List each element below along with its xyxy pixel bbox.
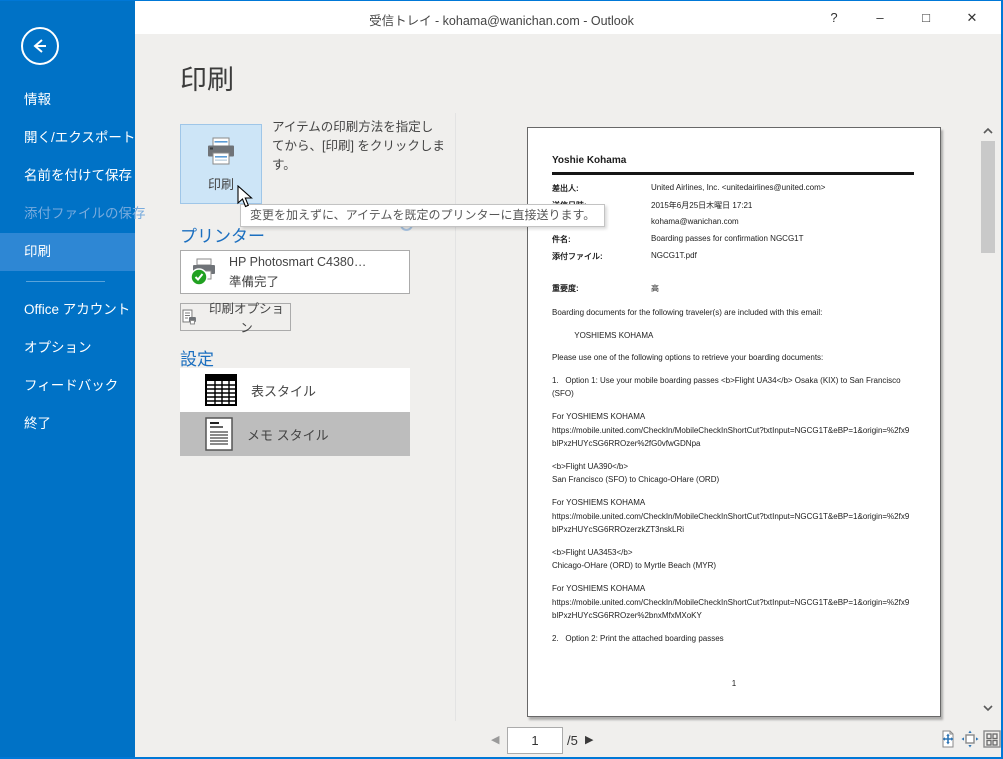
mail-body-line: For YOSHIEMS KOHAMA bbox=[552, 497, 646, 507]
scroll-down-icon[interactable] bbox=[983, 704, 993, 712]
mail-body-line: Boarding documents for the following tra… bbox=[552, 308, 823, 317]
print-tooltip: 変更を加えずに、アイテムを既定のプリンターに直接送ります。 bbox=[240, 204, 606, 227]
mail-body-line: San Francisco (SFO) to Chicago-OHare (OR… bbox=[552, 475, 720, 485]
help-button[interactable]: ? bbox=[811, 1, 857, 34]
maximize-button[interactable]: □ bbox=[903, 1, 949, 34]
printer-icon bbox=[208, 137, 234, 164]
printer-dropdown[interactable]: HP Photosmart C4380… 準備完了 ▼ bbox=[180, 250, 583, 294]
mail-body-line bbox=[552, 342, 920, 351]
mail-body-line bbox=[552, 320, 920, 329]
sidebar-item[interactable]: 印刷 bbox=[0, 233, 135, 271]
print-description: アイテムの印刷方法を指定し てから、[印刷] をクリックしま す。 bbox=[272, 120, 445, 172]
sidebar-item[interactable]: フィードバック bbox=[0, 367, 135, 405]
mail-body-line bbox=[552, 365, 920, 374]
print-options-label: 印刷オプション bbox=[208, 302, 284, 335]
print-options-icon bbox=[182, 309, 196, 325]
memo-style-option[interactable]: メモ スタイル bbox=[180, 412, 410, 456]
mail-body-line: For YOSHIEMS KOHAMA bbox=[552, 411, 646, 421]
settings-section-heading: 設定 bbox=[180, 350, 214, 369]
previous-page-button[interactable]: ◀ bbox=[491, 733, 499, 746]
mail-body-line: https://mobile.united.com/CheckIn/Mobile… bbox=[552, 425, 910, 435]
mail-body-line: (SFO) bbox=[552, 389, 574, 399]
importance-value: 高 bbox=[651, 284, 659, 293]
actual-size-button[interactable] bbox=[938, 729, 958, 749]
scrollbar-thumb[interactable] bbox=[981, 141, 995, 253]
print-options-button[interactable]: 印刷オプション bbox=[180, 302, 291, 335]
print-button-label: 印刷 bbox=[207, 176, 234, 192]
preview-importance: 重要度: 高 bbox=[552, 183, 922, 300]
window-controls: ? – □ ✕ bbox=[811, 1, 995, 34]
mail-body-line: blPxzHUYcSG6RROzer%2fG0vfwGDNpa bbox=[552, 439, 701, 449]
mail-body-line: YOSHIEMS KOHAMA bbox=[552, 330, 654, 340]
sidebar-item[interactable]: 名前を付けて保存 bbox=[0, 157, 135, 195]
mail-body-line: <b>Flight UA3453</b> bbox=[552, 547, 633, 557]
mail-body-line bbox=[552, 451, 920, 460]
mail-body-line bbox=[552, 401, 920, 410]
next-page-button[interactable]: ▶ bbox=[585, 733, 593, 746]
table-style-option[interactable]: 表スタイル bbox=[180, 368, 410, 412]
memo-style-icon bbox=[205, 417, 233, 451]
multiple-pages-button[interactable] bbox=[982, 729, 1002, 749]
preview-rule bbox=[552, 172, 914, 175]
sidebar-item[interactable]: オプション bbox=[0, 329, 135, 367]
outlook-backstage-window: 受信トレイ - kohama@wanichan.com - Outlook ? … bbox=[0, 0, 1003, 759]
scroll-up-icon[interactable] bbox=[983, 127, 993, 135]
mail-body-line bbox=[552, 623, 920, 632]
print-style-list: 表スタイル メモ スタイル bbox=[180, 368, 410, 456]
mail-body-line bbox=[552, 487, 920, 496]
minimize-button[interactable]: – bbox=[857, 1, 903, 34]
printer-status: 準備完了 bbox=[229, 274, 280, 289]
mail-body-line: blPxzHUYcSG6RROzerzkZT3nskLRi bbox=[552, 525, 685, 535]
table-style-icon bbox=[205, 374, 237, 406]
preview-sender-name: Yoshie Kohama bbox=[552, 155, 627, 166]
table-style-label: 表スタイル bbox=[251, 383, 317, 399]
backstage-sidebar: 情報 開く/エクスポート 名前を付けて保存 添付ファイルの保存 印刷 Offic… bbox=[0, 1, 146, 757]
back-button[interactable] bbox=[21, 27, 59, 65]
printer-small-icon bbox=[190, 258, 215, 286]
mail-body-line: Please use one of the following options … bbox=[552, 353, 824, 363]
sidebar-item[interactable]: 添付ファイルの保存 bbox=[0, 195, 146, 233]
sidebar-item[interactable]: 終了 bbox=[0, 405, 135, 443]
page-total-label: /5 bbox=[567, 733, 578, 748]
fit-to-window-button[interactable] bbox=[960, 729, 980, 749]
close-button[interactable]: ✕ bbox=[949, 1, 995, 34]
sidebar-item[interactable] bbox=[0, 271, 135, 291]
importance-label: 重要度: bbox=[552, 284, 579, 293]
mail-body-line bbox=[552, 573, 920, 582]
memo-style-label: メモ スタイル bbox=[247, 427, 329, 443]
mail-body-line: 1. Option 1: Use your mobile boarding pa… bbox=[552, 375, 901, 385]
preview-mail-body: Boarding documents for the following tra… bbox=[552, 306, 920, 645]
mail-body-line: blPxzHUYcSG6RROzer%2bnxMfxMXoKY bbox=[552, 611, 702, 621]
mail-body-line: <b>Flight UA390</b> bbox=[552, 461, 629, 471]
back-arrow-icon bbox=[33, 39, 46, 53]
mail-body-line bbox=[552, 537, 920, 546]
mail-body-line: https://mobile.united.com/CheckIn/Mobile… bbox=[552, 511, 910, 521]
sidebar-nav: 情報 開く/エクスポート 名前を付けて保存 添付ファイルの保存 印刷 Offic… bbox=[0, 81, 146, 443]
mail-body-line: 2. Option 2: Print the attached boarding… bbox=[552, 633, 724, 643]
preview-page-number: 1 bbox=[731, 679, 737, 688]
sidebar-item[interactable]: Office アカウント bbox=[0, 291, 135, 329]
sidebar-item[interactable]: 開く/エクスポート bbox=[0, 119, 135, 157]
mail-body-line: For YOSHIEMS KOHAMA bbox=[552, 583, 646, 593]
page-number-input[interactable] bbox=[507, 727, 563, 754]
mail-body-line: https://mobile.united.com/CheckIn/Mobile… bbox=[552, 597, 910, 607]
mouse-cursor bbox=[237, 185, 253, 208]
printer-name: HP Photosmart C4380… bbox=[229, 254, 367, 269]
page-title: 印刷 bbox=[180, 65, 234, 95]
sidebar-item[interactable]: 情報 bbox=[0, 81, 135, 119]
mail-body-line: Chicago-OHare (ORD) to Myrtle Beach (MYR… bbox=[552, 561, 717, 571]
